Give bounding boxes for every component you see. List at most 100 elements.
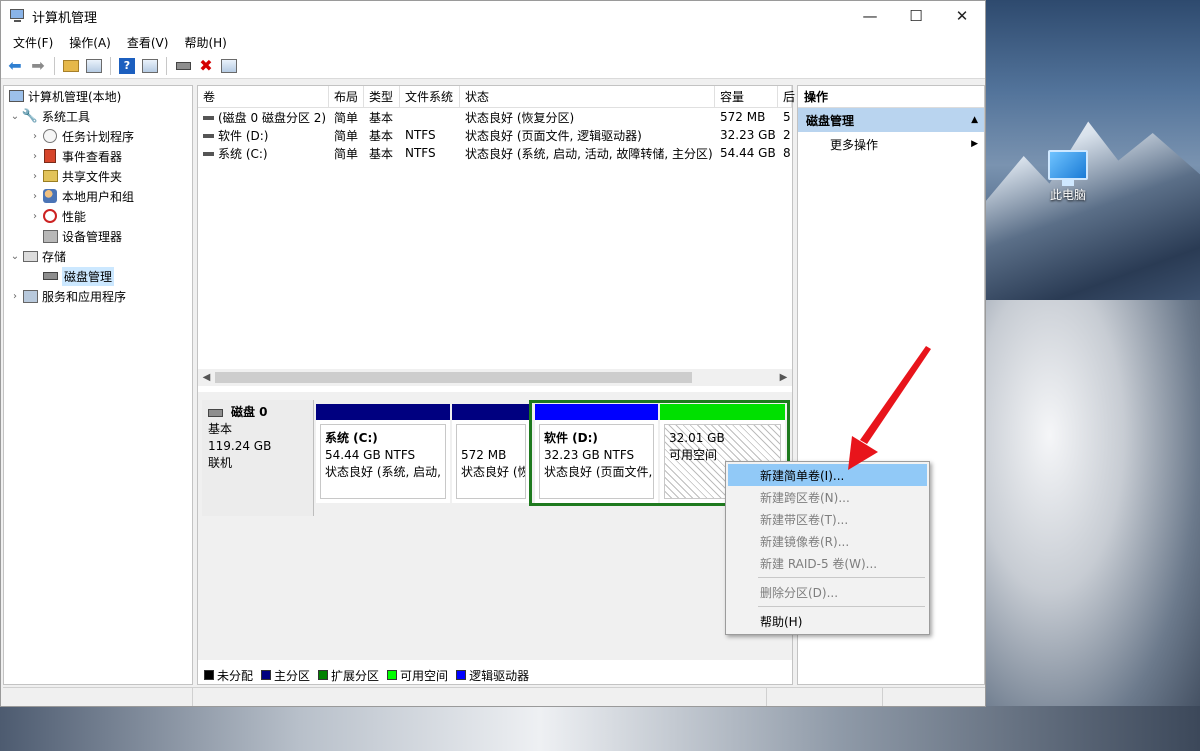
legend-swatch [318, 670, 329, 680]
partition-color-bar [452, 404, 530, 420]
column-header-type[interactable]: 类型 [364, 86, 400, 107]
menu-help[interactable]: 帮助(H) [176, 34, 234, 51]
table-row[interactable]: 系统 (C:) 简单 基本 NTFS 状态良好 (系统, 启动, 活动, 故障转… [198, 144, 792, 162]
cell-status: 状态良好 (页面文件, 逻辑驱动器) [465, 128, 642, 143]
tree-label: 服务和应用程序 [42, 289, 127, 304]
expand-chevron-icon[interactable]: › [8, 291, 22, 302]
actions-section-disk-management[interactable]: 磁盘管理 ▲ [798, 108, 984, 132]
table-row[interactable]: (磁盘 0 磁盘分区 2) 简单 基本 状态良好 (恢复分区) 572 MB 5 [198, 108, 792, 126]
desktop-icon-label: 此电脑 [1049, 188, 1086, 202]
partition-size: 572 MB [461, 448, 507, 462]
column-header-layout[interactable]: 布局 [329, 86, 364, 107]
column-header-volume[interactable]: 卷 [198, 86, 329, 107]
partition-recovery[interactable]: 572 MB 状态良好 (恢复分区) [452, 404, 530, 503]
scroll-right-icon[interactable]: ▶ [775, 372, 792, 383]
partition-context-menu: 新建简单卷(I)... 新建跨区卷(N)... 新建带区卷(T)... 新建镜像… [725, 461, 930, 635]
tree-item-task-scheduler[interactable]: › 任务计划程序 [4, 126, 192, 146]
menu-item-new-raid5-volume[interactable]: 新建 RAID-5 卷(W)... [728, 552, 927, 574]
close-button[interactable]: ✕ [939, 1, 985, 31]
maximize-button[interactable]: ☐ [893, 1, 939, 31]
tree-item-root[interactable]: 计算机管理(本地) [4, 86, 192, 106]
properties-icon [221, 58, 237, 73]
scrollbar-thumb[interactable] [215, 372, 692, 383]
tree-item-storage[interactable]: ⌄ 存储 [4, 246, 192, 266]
disk-graphical-view: 磁盘 0 基本 119.24 GB 联机 系统 (C:) 54.44 GB NT… [198, 392, 792, 660]
tree-item-system-tools[interactable]: ⌄ 🔧 系统工具 [4, 106, 192, 126]
menu-item-delete-partition[interactable]: 删除分区(D)... [728, 581, 927, 603]
cell-capacity: 572 MB [720, 110, 766, 124]
legend-swatch [204, 670, 214, 680]
console-tree: 计算机管理(本地) ⌄ 🔧 系统工具 › 任务计划程序 › 事件查看器 › 共享… [3, 85, 193, 685]
column-header-capacity[interactable]: 容量 [715, 86, 778, 107]
menu-item-new-mirrored-volume[interactable]: 新建镜像卷(R)... [728, 530, 927, 552]
partition-status: 状态良好 (系统, 启动, 活动, 故障转储, 主分区) [325, 465, 445, 479]
up-button[interactable] [61, 56, 81, 76]
actions-header: 操作 [798, 86, 984, 108]
back-button[interactable]: ⬅ [5, 56, 25, 76]
desktop-wallpaper-clouds-bottom [0, 706, 1200, 751]
properties-button[interactable] [219, 56, 239, 76]
tree-item-performance[interactable]: › 性能 [4, 206, 192, 226]
disk-0-label[interactable]: 磁盘 0 基本 119.24 GB 联机 [202, 400, 314, 516]
menu-item-new-striped-volume[interactable]: 新建带区卷(T)... [728, 508, 927, 530]
column-header-status[interactable]: 状态 [460, 86, 715, 107]
partition-size: 32.23 GB NTFS [544, 448, 635, 462]
menu-item-help[interactable]: 帮助(H) [728, 610, 927, 632]
desktop-wallpaper-clouds [985, 300, 1200, 751]
table-row[interactable]: 软件 (D:) 简单 基本 NTFS 状态良好 (页面文件, 逻辑驱动器) 32… [198, 126, 792, 144]
tree-item-shared-folders[interactable]: › 共享文件夹 [4, 166, 192, 186]
expand-chevron-icon[interactable]: › [28, 131, 42, 142]
storage-icon [22, 250, 38, 262]
tree-item-disk-management[interactable]: 磁盘管理 [4, 266, 192, 286]
forward-button[interactable]: ➡ [28, 56, 48, 76]
volume-list-header: 卷 布局 类型 文件系统 状态 容量 后 [198, 86, 795, 108]
expand-chevron-icon[interactable]: › [28, 151, 42, 162]
expand-chevron-icon[interactable]: › [28, 191, 42, 202]
menu-view[interactable]: 查看(V) [119, 34, 177, 51]
show-hide-tree-button[interactable] [84, 56, 104, 76]
show-hide-action-pane-button[interactable] [140, 56, 160, 76]
column-header-free[interactable]: 后 [778, 86, 795, 107]
cell-filesystem: NTFS [405, 146, 436, 160]
arrow-left-icon: ⬅ [8, 56, 22, 75]
partition-system-c[interactable]: 系统 (C:) 54.44 GB NTFS 状态良好 (系统, 启动, 活动, … [316, 404, 450, 503]
menu-separator [758, 577, 925, 578]
menu-item-new-spanned-volume[interactable]: 新建跨区卷(N)... [728, 486, 927, 508]
tree-item-device-manager[interactable]: 设备管理器 [4, 226, 192, 246]
computer-icon [8, 90, 24, 102]
menu-file[interactable]: 文件(F) [5, 34, 61, 51]
expand-chevron-icon[interactable]: › [28, 211, 42, 222]
legend-label: 主分区 [274, 668, 311, 683]
tree-item-local-users[interactable]: › 本地用户和组 [4, 186, 192, 206]
scroll-left-icon[interactable]: ◀ [198, 372, 215, 383]
more-actions-item[interactable]: 更多操作 ▶ [798, 132, 984, 156]
column-header-filesystem[interactable]: 文件系统 [400, 86, 460, 107]
partition-status: 状态良好 (恢复分区) [461, 465, 525, 479]
partition-software-d[interactable]: 软件 (D:) 32.23 GB NTFS 状态良好 (页面文件, 逻辑驱动器) [535, 404, 658, 503]
toolbar-separator [110, 56, 111, 75]
title-bar[interactable]: 计算机管理 — ☐ ✕ [1, 1, 985, 31]
cell-volume: (磁盘 0 磁盘分区 2) [218, 110, 327, 125]
toolbar: ⬅ ➡ ? ✖ [1, 53, 985, 79]
collapse-chevron-icon[interactable]: ⌄ [8, 251, 22, 262]
desktop-icon-this-pc[interactable]: 此电脑 [1038, 150, 1098, 203]
arrow-right-icon: ➡ [31, 56, 45, 75]
tree-item-services[interactable]: › 服务和应用程序 [4, 286, 192, 306]
horizontal-scrollbar[interactable]: ◀ ▶ [198, 369, 792, 386]
computer-management-icon [10, 9, 26, 23]
legend-swatch [456, 670, 467, 680]
help-button[interactable]: ? [117, 56, 137, 76]
legend-item: 未分配 [204, 667, 253, 684]
collapse-chevron-icon[interactable]: ⌄ [8, 111, 22, 122]
tree-label: 本地用户和组 [62, 189, 135, 204]
tree-item-event-viewer[interactable]: › 事件查看器 [4, 146, 192, 166]
disk-management-pane: 卷 布局 类型 文件系统 状态 容量 后 (磁盘 0 磁盘分区 2) 简单 基本… [197, 85, 795, 685]
minimize-button[interactable]: — [847, 1, 893, 31]
menu-action[interactable]: 操作(A) [61, 34, 119, 51]
clock-icon [43, 129, 57, 143]
expand-chevron-icon[interactable]: › [28, 171, 42, 182]
volume-icon [203, 134, 214, 138]
delete-button[interactable]: ✖ [196, 56, 216, 76]
legend-item: 扩展分区 [318, 667, 379, 684]
connect-disk-button[interactable] [173, 56, 193, 76]
